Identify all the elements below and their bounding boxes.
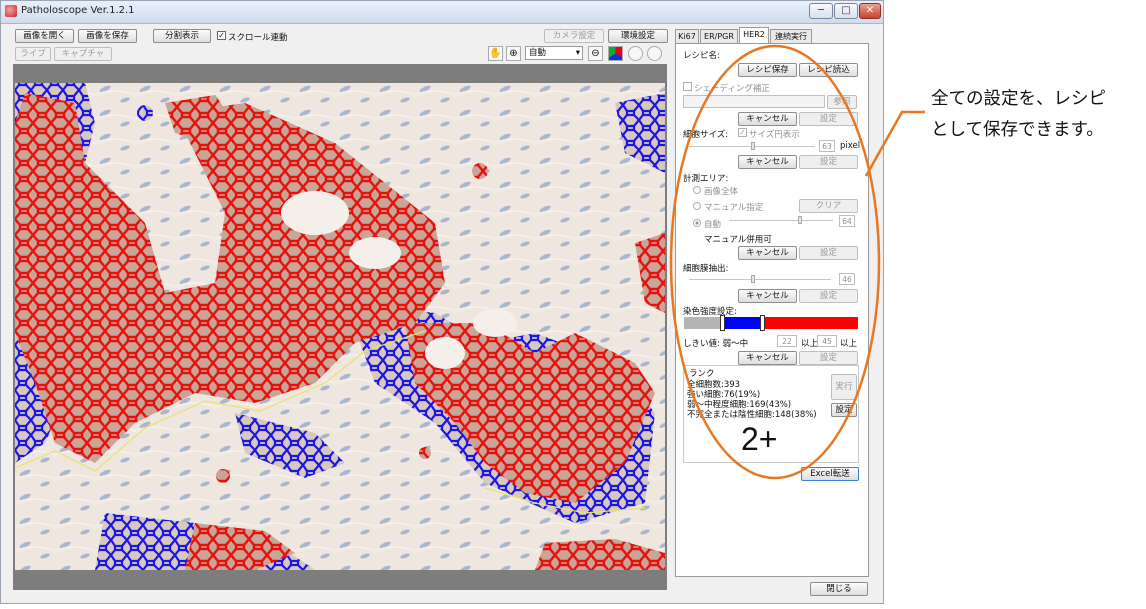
callout-text: 全ての設定を、レシピ として保存できます。 [931,84,1106,146]
callout-line-2: として保存できます。 [931,120,1104,140]
callout-line [864,110,925,177]
highlight-ellipse [669,44,881,480]
callout-line-1: 全ての設定を、レシピ [931,89,1106,109]
